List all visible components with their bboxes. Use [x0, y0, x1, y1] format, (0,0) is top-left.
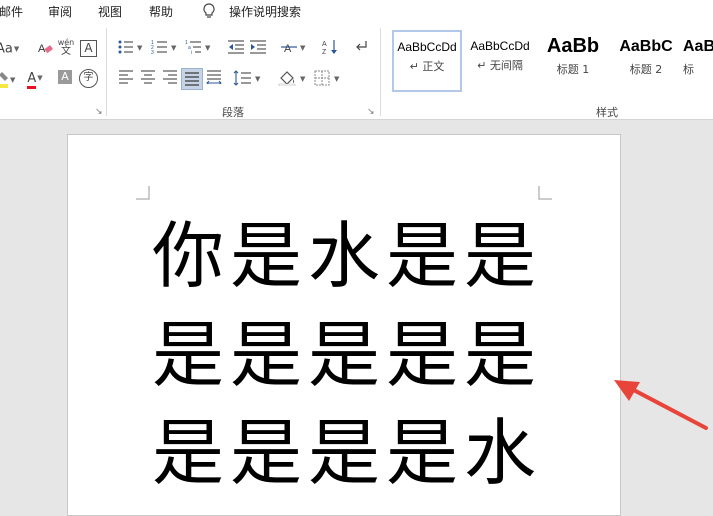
decrease-indent-icon[interactable]: [227, 39, 245, 57]
style-name: 标: [683, 63, 694, 76]
document-text-line: 你是水是是: [152, 214, 543, 298]
svg-text:▼: ▼: [205, 44, 211, 52]
shading-bucket-button[interactable]: ▼: [278, 70, 310, 88]
tell-me-search[interactable]: 操作说明搜索: [229, 3, 301, 20]
font-color-button[interactable]: A▼: [24, 69, 46, 89]
style-sample: AaBbCcDd: [470, 39, 530, 53]
style-title[interactable]: AaB 标: [682, 30, 713, 90]
align-left-icon[interactable]: [117, 70, 135, 88]
document-page[interactable]: 你是水是是 是是是是是 是是是是水: [67, 134, 621, 516]
font-dialog-launcher[interactable]: ↘: [95, 107, 103, 117]
line-spacing-button[interactable]: ▼: [233, 70, 265, 88]
style-normal[interactable]: AaBbCcDd ↵ 正文: [392, 30, 462, 92]
numbering-button[interactable]: 1 2 3 ▼: [151, 39, 181, 57]
document-area: 你是水是是 是是是是是 是是是是水: [0, 120, 713, 516]
menu-bar: 邮件 审阅 视图 帮助 操作说明搜索: [0, 0, 713, 25]
paragraph-group-label: 段落: [222, 106, 244, 119]
style-sample: AaB: [683, 38, 713, 55]
show-formatting-marks-icon[interactable]: [354, 39, 368, 57]
style-heading-1[interactable]: AaBb 标题 1: [537, 30, 609, 90]
margin-corner-top-right: [538, 186, 552, 200]
clear-format-icon[interactable]: A: [37, 40, 53, 58]
styles-gallery: AaBbCcDd ↵ 正文 AaBbCcDd ↵ 无间隔 AaBb 标题 1 A…: [392, 30, 713, 92]
svg-text:▼: ▼: [334, 75, 340, 83]
styles-group-label: 样式: [596, 106, 618, 119]
document-text-line: 是是是是水: [152, 411, 543, 495]
phonetic-guide-button[interactable]: wén 文: [57, 38, 75, 57]
bullets-button[interactable]: ▼: [117, 39, 147, 57]
justify-button[interactable]: [181, 68, 203, 90]
svg-text:▼: ▼: [300, 75, 306, 83]
svg-text:▼: ▼: [10, 76, 16, 84]
margin-corner-top-left: [136, 186, 150, 200]
lightbulb-icon: [202, 3, 216, 22]
svg-text:i: i: [191, 50, 192, 55]
style-sample: AaBbCcDd: [397, 40, 457, 54]
menu-review[interactable]: 审阅: [48, 3, 72, 20]
style-sample: AaBb: [546, 35, 600, 57]
svg-text:A: A: [284, 43, 292, 55]
svg-text:Z: Z: [322, 49, 327, 55]
distributed-align-icon[interactable]: [205, 70, 223, 88]
borders-button[interactable]: ▼: [314, 70, 344, 88]
separator: [380, 28, 381, 116]
character-border-button[interactable]: A: [80, 40, 97, 57]
svg-text:▼: ▼: [300, 44, 306, 52]
style-name: ↵ 无间隔: [477, 59, 523, 72]
document-text-line: 是是是是是: [152, 313, 543, 397]
ribbon: Aa▼ A wén 文 A ▼ A▼ A 字 ↘ ▼ 1 2 3 ▼ 1 a i ▼ A ▼ …: [0, 24, 713, 120]
highlight-color-button[interactable]: ▼: [0, 70, 16, 88]
paragraph-dialog-launcher[interactable]: ↘: [367, 107, 375, 117]
chinese-layout-button[interactable]: A ▼: [280, 39, 310, 57]
character-shading-button[interactable]: A: [58, 70, 72, 84]
menu-mailings[interactable]: 邮件: [0, 3, 23, 20]
align-center-icon[interactable]: [139, 70, 157, 88]
style-name: ↵ 正文: [409, 60, 445, 73]
menu-view[interactable]: 视图: [98, 3, 122, 20]
menu-help[interactable]: 帮助: [149, 3, 173, 20]
style-no-spacing[interactable]: AaBbCcDd ↵ 无间隔: [464, 30, 536, 90]
svg-text:A: A: [322, 41, 327, 48]
annotation-arrow: [614, 380, 708, 430]
align-right-icon[interactable]: [161, 70, 179, 88]
style-name: 标题 1: [556, 63, 590, 76]
style-sample: AaBbC: [619, 38, 673, 55]
svg-text:▼: ▼: [137, 44, 143, 52]
svg-text:▼: ▼: [171, 44, 177, 52]
svg-text:3: 3: [151, 50, 154, 55]
multilevel-list-button[interactable]: 1 a i ▼: [185, 39, 215, 57]
style-name: 标题 2: [629, 63, 663, 76]
separator: [106, 28, 107, 116]
enclose-characters-button[interactable]: 字: [79, 69, 98, 88]
sort-icon[interactable]: AZ: [322, 39, 338, 57]
style-heading-2[interactable]: AaBbC 标题 2: [610, 30, 682, 90]
change-case-button[interactable]: Aa▼: [0, 40, 19, 58]
increase-indent-icon[interactable]: [249, 39, 267, 57]
svg-text:▼: ▼: [255, 75, 261, 83]
